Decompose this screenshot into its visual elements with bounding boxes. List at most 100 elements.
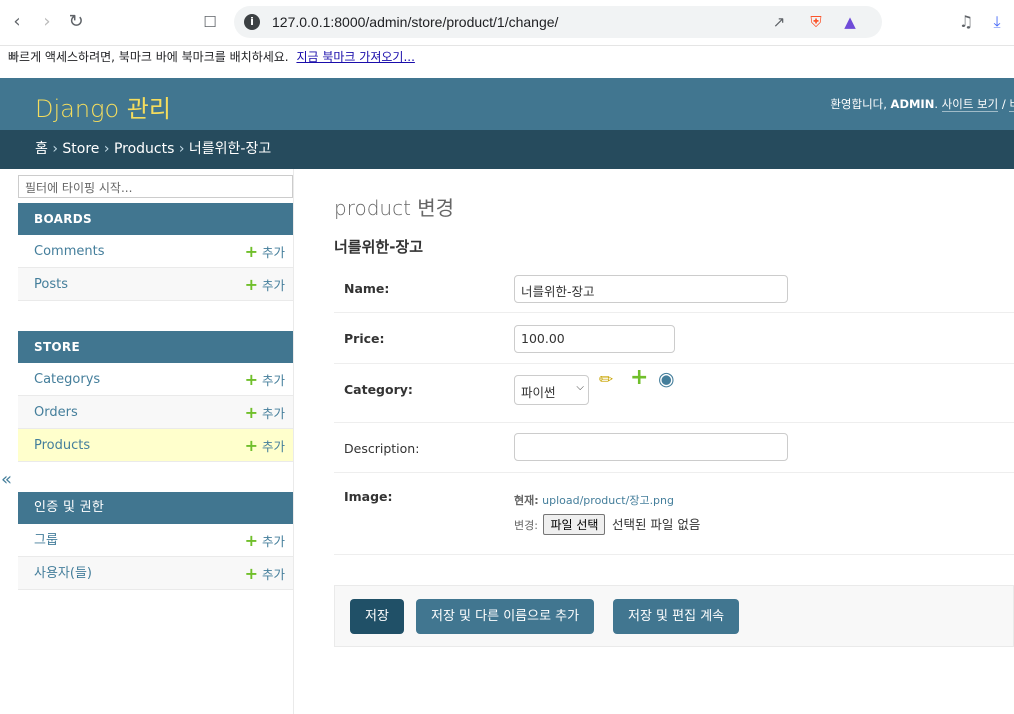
address-url[interactable]: 127.0.0.1:8000/admin/store/product/1/cha… (272, 6, 558, 38)
add-related-icon[interactable]: + (630, 365, 648, 390)
price-label: Price: (344, 331, 385, 346)
toggle-sidebar-button[interactable]: « (1, 469, 12, 490)
category-select[interactable]: 파이썬 ⌵ (514, 375, 589, 405)
name-label: Name: (344, 281, 390, 296)
add-label: 추가 (261, 278, 285, 293)
add-icon: + (244, 370, 258, 389)
app-caption-auth[interactable]: 인증 및 권한 (18, 492, 293, 524)
sidebar-item-orders: Orders + 추가 (18, 396, 293, 429)
field-row-image: Image: 현재: upload/product/장고.png 변경: 파일 … (334, 473, 1014, 555)
add-label: 추가 (261, 567, 285, 582)
nav-sidebar: 필터에 타이핑 시작... BOARDS Comments + 추가 Posts … (18, 169, 294, 714)
object-title: 너를위한-장고 (334, 238, 424, 256)
save-as-new-button[interactable]: 저장 및 다른 이름으로 추가 (416, 599, 595, 634)
welcome-text: 환영합니다, (830, 97, 887, 111)
sidebar-item-users: 사용자(들) + 추가 (18, 557, 293, 590)
breadcrumb-sep: › (52, 141, 58, 157)
page-title: product 변경 (334, 196, 455, 220)
user-tools: 환영합니다, ADMIN. 사이트 보기 / 비 (830, 96, 1014, 112)
truncated-user-link[interactable]: 비 (1009, 97, 1014, 112)
save-button[interactable]: 저장 (350, 599, 404, 634)
app-store: STORE Categorys + 추가 Orders + 추가 Products … (18, 331, 293, 462)
model-link-users[interactable]: 사용자(들) (34, 566, 92, 581)
add-categorys-link[interactable]: + 추가 (245, 363, 285, 397)
add-posts-link[interactable]: + 추가 (245, 268, 285, 302)
category-label: Category: (344, 382, 413, 397)
site-info-icon[interactable]: i (244, 14, 260, 30)
model-link-categorys[interactable]: Categorys (34, 372, 100, 387)
share-icon[interactable]: ↗ (769, 12, 789, 32)
edit-related-icon[interactable]: ✏ (599, 370, 613, 390)
add-comments-link[interactable]: + 추가 (245, 235, 285, 269)
breadcrumb-app[interactable]: Store (62, 141, 99, 157)
save-continue-button[interactable]: 저장 및 편집 계속 (613, 599, 740, 634)
bookmarks-hint: 빠르게 액세스하려면, 북마크 바에 북마크를 배치하세요. (8, 50, 289, 64)
brave-shield-icon[interactable]: ⛨ (806, 12, 826, 32)
image-current-label: 현재: (514, 494, 539, 507)
breadcrumb: 홈 › Store › Products › 너를위한-장고 (0, 130, 1014, 169)
user-tools-separator: / (1001, 97, 1006, 111)
back-icon[interactable]: ‹ (5, 10, 29, 34)
sidebar-item-products: Products + 추가 (18, 429, 293, 462)
app-caption-store[interactable]: STORE (18, 331, 293, 363)
bookmarks-bar: 빠르게 액세스하려면, 북마크 바에 북마크를 배치하세요. 지금 북마크 가져… (0, 46, 1014, 78)
breadcrumb-current: 너를위한-장고 (188, 141, 272, 157)
add-label: 추가 (261, 406, 285, 421)
add-icon: + (244, 436, 258, 455)
forward-icon[interactable]: › (35, 10, 59, 34)
field-row-category: Category: 파이썬 ⌵ ✏ + ◉ (334, 364, 1014, 423)
add-orders-link[interactable]: + 추가 (245, 396, 285, 430)
add-label: 추가 (261, 245, 285, 260)
add-icon: + (244, 403, 258, 422)
no-file-text: 선택된 파일 없음 (611, 517, 701, 532)
site-branding[interactable]: Django 관리 (35, 89, 171, 124)
address-bar[interactable]: i 127.0.0.1:8000/admin/store/product/1/c… (234, 6, 882, 38)
field-row-description: Description: (334, 423, 1014, 473)
bookmark-icon[interactable]: ☐ (198, 10, 222, 34)
price-input[interactable]: 100.00 (514, 325, 675, 353)
description-input[interactable] (514, 433, 788, 461)
file-select-button[interactable]: 파일 선택 (543, 514, 606, 535)
add-users-link[interactable]: + 추가 (245, 557, 285, 591)
chevron-down-icon: ⌵ (576, 382, 584, 393)
browser-toolbar: ‹ › ↻ ☐ i 127.0.0.1:8000/admin/store/pro… (0, 0, 1014, 46)
add-products-link[interactable]: + 추가 (245, 429, 285, 463)
site-header: Django 관리 환영합니다, ADMIN. 사이트 보기 / 비 (0, 78, 1014, 130)
category-selected: 파이썬 (521, 385, 556, 400)
import-bookmarks-link[interactable]: 지금 북마크 가져오기... (296, 50, 414, 64)
view-related-icon[interactable]: ◉ (658, 368, 675, 390)
sidebar-item-posts: Posts + 추가 (18, 268, 293, 301)
app-auth: 인증 및 권한 그룹 + 추가 사용자(들) + 추가 (18, 492, 293, 590)
description-label: Description: (344, 441, 420, 456)
name-input[interactable]: 너를위한-장고 (514, 275, 788, 303)
model-link-comments[interactable]: Comments (34, 244, 104, 259)
breadcrumb-sep: › (103, 141, 110, 157)
add-icon: + (244, 242, 258, 261)
model-link-products[interactable]: Products (34, 438, 90, 453)
add-label: 추가 (261, 439, 285, 454)
reload-icon[interactable]: ↻ (64, 10, 88, 34)
download-icon[interactable]: ⤓ (985, 10, 1009, 34)
view-site-link[interactable]: 사이트 보기 (941, 97, 999, 112)
add-icon: + (244, 531, 258, 550)
model-link-posts[interactable]: Posts (34, 277, 68, 292)
field-row-name: Name: 너를위한-장고 (334, 263, 1014, 313)
image-current-link[interactable]: upload/product/장고.png (542, 494, 674, 507)
media-icon[interactable]: ♫ (954, 10, 978, 34)
add-groups-link[interactable]: + 추가 (245, 524, 285, 558)
sidebar-item-comments: Comments + 추가 (18, 235, 293, 268)
image-change-label: 변경: (514, 519, 538, 532)
image-change: 변경: 파일 선택 선택된 파일 없음 (514, 514, 700, 535)
add-label: 추가 (261, 373, 285, 388)
app-caption-boards[interactable]: BOARDS (18, 203, 293, 235)
nav-filter-input[interactable]: 필터에 타이핑 시작... (18, 175, 293, 198)
breadcrumb-model[interactable]: Products (114, 141, 174, 157)
image-label: Image: (344, 489, 393, 504)
model-link-groups[interactable]: 그룹 (34, 533, 58, 548)
add-icon: + (244, 275, 258, 294)
model-link-orders[interactable]: Orders (34, 405, 78, 420)
breadcrumb-home[interactable]: 홈 (35, 141, 48, 157)
username: ADMIN (890, 97, 935, 111)
brave-rewards-icon[interactable]: ▲ (840, 12, 860, 32)
add-label: 추가 (261, 534, 285, 549)
